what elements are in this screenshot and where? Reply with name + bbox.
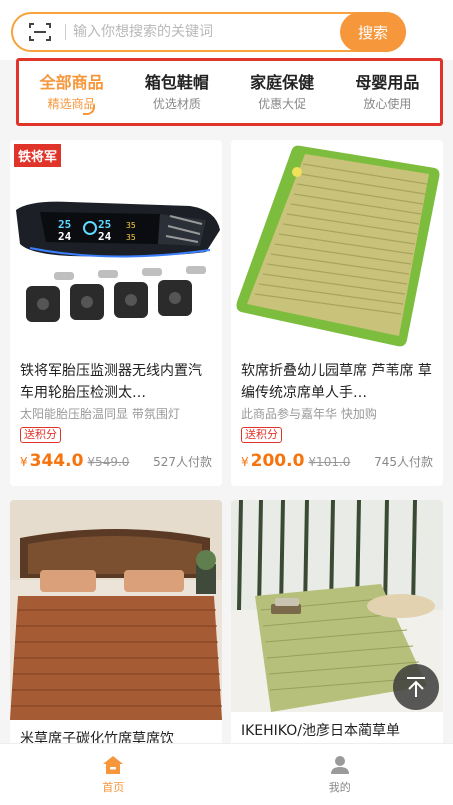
svg-text:35: 35	[126, 221, 136, 230]
svg-text:35: 35	[126, 233, 136, 242]
product-card[interactable]: IKEHIKO/池彦日本蔺草单	[231, 500, 443, 760]
price-symbol: ¥	[20, 455, 28, 469]
product-title: 软席折叠幼儿园草席 芦苇席 草编传统凉席单人手…	[241, 363, 432, 401]
bottom-tab-bar: 首页 我的	[0, 743, 453, 805]
points-badge: 送积分	[20, 427, 61, 443]
home-icon	[103, 755, 124, 774]
tab-title: 全部商品	[39, 73, 104, 92]
tab-mother-baby[interactable]: 母婴用品 放心使用	[335, 61, 440, 123]
arrow-up-icon	[407, 677, 425, 697]
card-body: 铁将军胎压监测器无线内置汽车用轮胎压检测太… 太阳能胎压胎温同显 带氛围灯 送积…	[10, 352, 222, 471]
user-icon	[330, 755, 349, 774]
price: 344.0	[29, 451, 84, 471]
search-divider	[65, 24, 66, 40]
product-image-straw-mat[interactable]	[231, 140, 443, 352]
tab-all-products[interactable]: 全部商品 精选商品	[19, 61, 124, 123]
tire-pressure-monitor-image: 25 24 25 24 35 35	[10, 140, 222, 352]
search-box[interactable]: 搜索	[11, 12, 406, 52]
price-row: ¥ 344.0 ¥549.0 527人付款	[20, 451, 212, 471]
sold-count: 527人付款	[153, 455, 212, 469]
product-card[interactable]: 软席折叠幼儿园草席 芦苇席 草编传统凉席单人手… 此商品参与嘉年华 快加购 送积…	[231, 140, 443, 486]
category-tabs: 全部商品 精选商品 箱包鞋帽 优选材质 家庭保健 优惠大促 母婴用品 放心使用	[16, 58, 443, 126]
back-to-top-button[interactable]	[393, 664, 439, 710]
product-title: IKEHIKO/池彦日本蔺草单	[241, 723, 400, 739]
bottom-tab-mine[interactable]: 我的	[227, 744, 453, 805]
tab-bags-shoes-hats[interactable]: 箱包鞋帽 优选材质	[124, 61, 229, 123]
sold-count: 745人付款	[374, 455, 433, 469]
tab-subtitle: 优惠大促	[258, 97, 307, 111]
page: 搜索 全部商品 精选商品 箱包鞋帽 优选材质 家庭保健 优惠大促 母婴用品 放心…	[0, 0, 453, 805]
product-card[interactable]: 米草席子碳化竹席草席饮	[10, 500, 222, 760]
bamboo-mat-bed-image	[10, 500, 222, 720]
tab-title: 母婴用品	[355, 73, 420, 92]
svg-text:24: 24	[98, 230, 112, 243]
points-badge: 送积分	[241, 427, 282, 443]
price: 200.0	[250, 451, 305, 471]
card-body: 软席折叠幼儿园草席 芦苇席 草编传统凉席单人手… 此商品参与嘉年华 快加购 送积…	[231, 352, 443, 471]
bottom-tab-label: 我的	[328, 780, 351, 794]
bottom-tab-home[interactable]: 首页	[0, 744, 227, 805]
price-symbol: ¥	[241, 455, 249, 469]
product-subtitle: 太阳能胎压胎温同显 带氛围灯	[20, 407, 180, 421]
brand-tag: 铁将军	[14, 144, 62, 167]
card-body: IKEHIKO/池彦日本蔺草单	[231, 712, 443, 742]
tab-title: 家庭保健	[250, 73, 315, 92]
bottom-tab-label: 首页	[102, 780, 125, 794]
tab-subtitle: 优选材质	[152, 97, 201, 111]
product-title: 铁将军胎压监测器无线内置汽车用轮胎压检测太…	[20, 363, 202, 401]
search-header: 搜索	[0, 0, 453, 60]
svg-text:24: 24	[58, 230, 72, 243]
price-row: ¥ 200.0 ¥101.0 745人付款	[241, 451, 433, 471]
active-tab-indicator	[83, 105, 95, 115]
tab-home-health[interactable]: 家庭保健 优惠大促	[230, 61, 335, 123]
product-card[interactable]: 25 24 25 24 35 35 铁将军 铁将军胎压监测器无线内置汽车用轮胎压…	[10, 140, 222, 486]
original-price: ¥549.0	[87, 455, 130, 469]
folding-straw-mat-image	[231, 140, 443, 352]
tab-subtitle: 放心使用	[363, 97, 412, 111]
scan-icon[interactable]	[29, 22, 51, 42]
product-image-tire-monitor[interactable]: 25 24 25 24 35 35 铁将军	[10, 140, 222, 352]
original-price: ¥101.0	[308, 455, 351, 469]
search-input[interactable]	[73, 20, 333, 44]
tab-title: 箱包鞋帽	[144, 73, 209, 92]
product-subtitle: 此商品参与嘉年华 快加购	[241, 407, 377, 421]
search-button[interactable]: 搜索	[340, 12, 406, 52]
product-image-bamboo-mat[interactable]	[10, 500, 222, 720]
